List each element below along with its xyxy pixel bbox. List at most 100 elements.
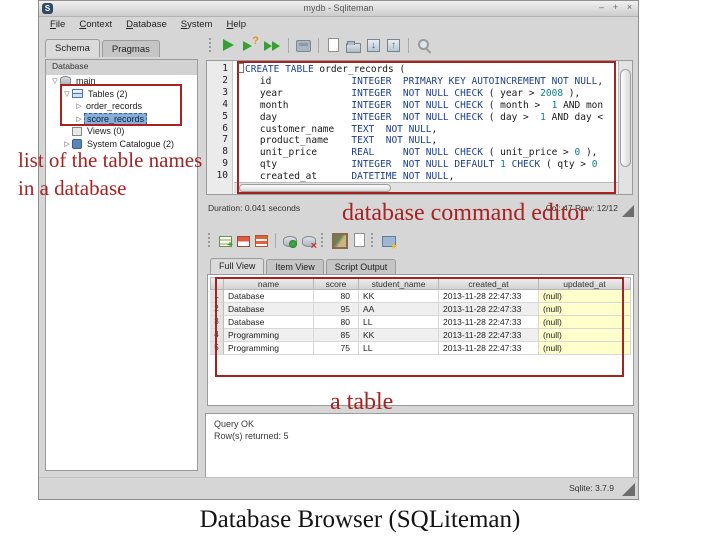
expander-icon[interactable]: ▷ xyxy=(74,115,84,123)
search-icon[interactable] xyxy=(416,37,433,54)
scrollbar-thumb[interactable] xyxy=(239,184,391,192)
table-cell[interactable]: 2013-11-28 22:47:33 xyxy=(439,316,539,329)
code-line[interactable]: year INTEGER NOT NULL CHECK ( year > 200… xyxy=(237,88,618,100)
table-cell[interactable]: (null) xyxy=(539,303,631,316)
row-number[interactable]: 3 xyxy=(210,316,224,329)
table-cell[interactable]: Programming xyxy=(224,342,314,355)
maximize-button[interactable]: + xyxy=(611,2,620,12)
table-cell[interactable]: 80 xyxy=(314,316,359,329)
sql-console-icon[interactable] xyxy=(296,40,311,52)
add-row-icon[interactable] xyxy=(219,236,233,251)
remove-row-icon[interactable] xyxy=(237,236,250,247)
table-cell[interactable]: 2013-11-28 22:47:33 xyxy=(439,290,539,303)
remove-all-rows-icon[interactable] xyxy=(255,235,268,247)
table-cell[interactable]: (null) xyxy=(539,342,631,355)
table-cell[interactable]: LL xyxy=(359,316,439,329)
table-cell[interactable]: Database xyxy=(224,316,314,329)
rollback-icon[interactable] xyxy=(302,236,317,252)
tab-schema[interactable]: Schema xyxy=(45,39,100,57)
table-cell[interactable]: Programming xyxy=(224,329,314,342)
column-header-score[interactable]: score xyxy=(314,277,359,290)
tab-pragmas[interactable]: Pragmas xyxy=(101,40,160,57)
code-line[interactable]: unit_price REAL NOT NULL CHECK ( unit_pr… xyxy=(237,147,618,159)
code-line[interactable]: customer_name TEXT NOT NULL, xyxy=(237,124,618,136)
row-number[interactable]: 5 xyxy=(210,342,224,355)
table-cell[interactable]: AA xyxy=(359,303,439,316)
column-header-created-at[interactable]: created_at xyxy=(439,277,539,290)
resize-grip[interactable] xyxy=(622,483,635,496)
open-file-icon[interactable] xyxy=(346,40,361,53)
table-cell[interactable]: 75 xyxy=(314,342,359,355)
editor-vertical-scrollbar[interactable] xyxy=(618,61,632,194)
minimize-button[interactable]: – xyxy=(597,2,606,12)
duration-text: Duration: 0.041 seconds xyxy=(208,203,301,213)
splitter-handle[interactable] xyxy=(622,205,634,217)
sql-text: year xyxy=(237,87,352,99)
table-cell[interactable]: 80 xyxy=(314,290,359,303)
tree-item-tables-2[interactable]: ▽ Tables (2) xyxy=(46,88,197,101)
column-header-student-name[interactable]: student_name xyxy=(359,277,439,290)
code-line[interactable]: id INTEGER PRIMARY KEY AUTOINCREMENT NOT… xyxy=(237,76,618,88)
table-cell[interactable]: (null) xyxy=(539,329,631,342)
column-header-updated-at[interactable]: updated_at xyxy=(539,277,631,290)
code-line[interactable]: CREATE TABLE order_records ( xyxy=(237,63,618,76)
expander-icon[interactable]: ▽ xyxy=(50,77,60,85)
table-row: 4 Programming 85 KK 2013-11-28 22:47:33 (null… xyxy=(210,329,631,342)
table-cell[interactable]: (null) xyxy=(539,290,631,303)
table-cell[interactable]: 95 xyxy=(314,303,359,316)
run-all-icon[interactable] xyxy=(264,37,281,54)
table-cell[interactable]: LL xyxy=(359,342,439,355)
row-number[interactable]: 4 xyxy=(210,329,224,342)
blob-preview-icon[interactable] xyxy=(332,233,348,249)
editor-horizontal-scrollbar[interactable] xyxy=(234,182,618,193)
menu-item-help[interactable]: Help xyxy=(219,19,253,30)
tree-item-order-records[interactable]: ▷ order_records xyxy=(46,100,197,113)
code-area[interactable]: CREATE TABLE order_records ( id INTEGER … xyxy=(233,61,618,194)
explain-query-icon[interactable] xyxy=(242,35,259,54)
menu-item-system[interactable]: System xyxy=(174,19,220,30)
line-number: 2 xyxy=(222,74,228,86)
save-as-icon[interactable] xyxy=(387,38,400,52)
column-header-name[interactable]: name xyxy=(224,277,314,290)
scrollbar-thumb[interactable] xyxy=(620,69,631,167)
row-number[interactable]: 1 xyxy=(210,290,224,303)
table-cell[interactable]: (null) xyxy=(539,316,631,329)
close-button[interactable]: × xyxy=(625,2,634,12)
table-cell[interactable]: KK xyxy=(359,329,439,342)
code-line[interactable]: qty INTEGER NOT NULL DEFAULT 1 CHECK ( q… xyxy=(237,159,618,171)
table-cell[interactable]: 85 xyxy=(314,329,359,342)
code-line[interactable]: product_name TEXT NOT NULL, xyxy=(237,135,618,147)
tree-item-views-0[interactable]: Views (0) xyxy=(46,125,197,138)
menu-item-file[interactable]: File xyxy=(43,19,72,30)
table-cell[interactable]: 2013-11-28 22:47:33 xyxy=(439,303,539,316)
sqlite-version-text: Sqlite: 3.7.9 xyxy=(569,483,614,493)
status-bar: Sqlite: 3.7.9 xyxy=(39,477,638,499)
sql-editor[interactable]: 1 2 3 4 5 6 7 8 9 10 CREATE TABLE order_records (… xyxy=(206,60,633,195)
tree-item-main[interactable]: ▽ main xyxy=(46,75,197,88)
table-cell[interactable]: 2013-11-28 22:47:33 xyxy=(439,342,539,355)
table-row: 2 Database 95 AA 2013-11-28 22:47:33 (null) xyxy=(210,303,631,316)
tab-item-view[interactable]: Item View xyxy=(266,259,324,274)
title-bar[interactable]: S mydb - Sqliteman – + × xyxy=(39,1,638,17)
create-view-icon[interactable] xyxy=(382,236,398,252)
commit-icon[interactable] xyxy=(283,236,297,248)
tab-script-output[interactable]: Script Output xyxy=(325,259,397,274)
table-cell[interactable]: Database xyxy=(224,303,314,316)
save-icon[interactable] xyxy=(367,38,380,52)
tree-item-score-records[interactable]: ▷ score_records xyxy=(46,112,197,126)
new-file-icon[interactable] xyxy=(328,38,339,52)
row-number[interactable]: 2 xyxy=(210,303,224,316)
code-line[interactable]: day INTEGER NOT NULL CHECK ( day > 1 AND… xyxy=(237,112,618,124)
menu-item-context[interactable]: Context xyxy=(72,19,119,30)
expander-icon[interactable]: ▷ xyxy=(74,102,84,110)
table-cell[interactable]: KK xyxy=(359,290,439,303)
menu-item-database[interactable]: Database xyxy=(119,19,174,30)
run-sql-icon[interactable] xyxy=(220,37,237,54)
code-line[interactable]: month INTEGER NOT NULL CHECK ( month > 1… xyxy=(237,100,618,112)
expander-icon[interactable]: ▽ xyxy=(62,90,72,98)
tab-full-view[interactable]: Full View xyxy=(210,258,265,274)
table-cell[interactable]: Database xyxy=(224,290,314,303)
table-cell[interactable]: 2013-11-28 22:47:33 xyxy=(439,329,539,342)
paste-icon[interactable] xyxy=(354,233,365,247)
